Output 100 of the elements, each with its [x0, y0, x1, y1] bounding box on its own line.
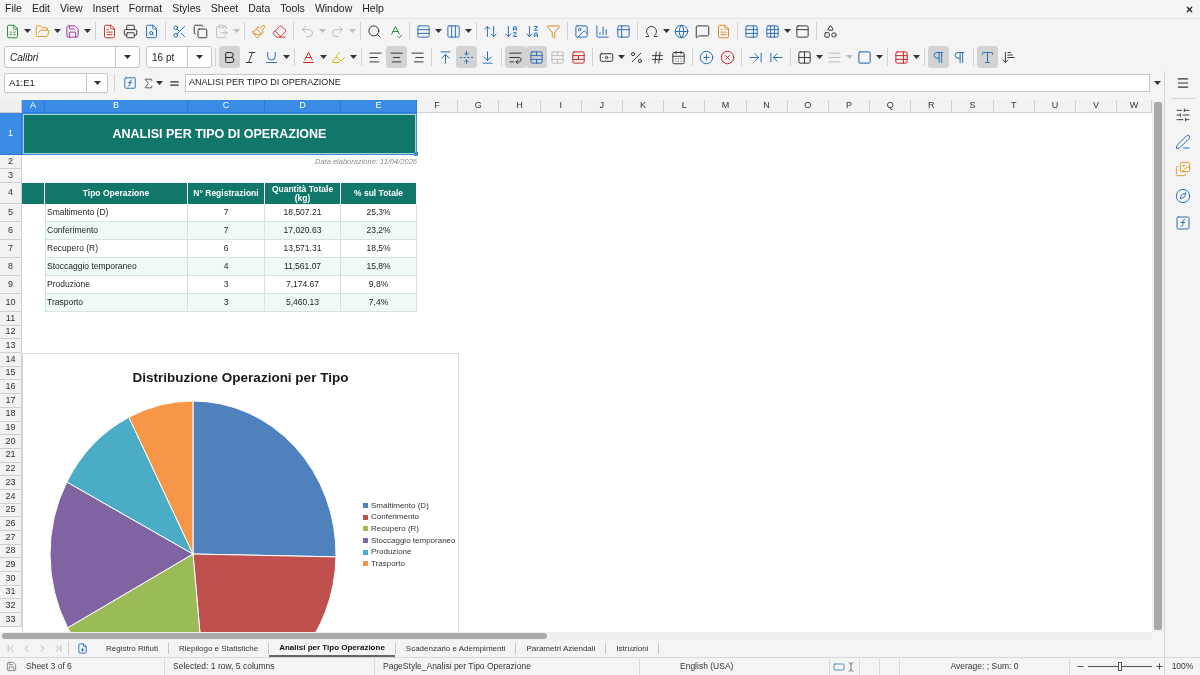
menu-item[interactable]: Help	[362, 1, 384, 17]
menu-item[interactable]: Tools	[280, 1, 305, 17]
menu-item[interactable]: Format	[128, 1, 163, 17]
row-header[interactable]: 3	[0, 169, 22, 183]
rectangle-icon[interactable]	[833, 660, 845, 673]
row-header[interactable]: 9	[0, 276, 22, 294]
sheet-tab[interactable]: Registro Rifiuti	[96, 640, 168, 657]
row-header[interactable]: 17	[0, 394, 22, 408]
caret-icon[interactable]	[156, 81, 163, 85]
caret-icon[interactable]	[84, 29, 91, 33]
row-header[interactable]: 26	[0, 517, 22, 531]
column-header[interactable]: W	[1117, 100, 1152, 113]
sheet-tab[interactable]: Istruzioni	[606, 640, 659, 657]
row-header[interactable]: 5	[0, 204, 22, 222]
caret-icon[interactable]	[24, 29, 31, 33]
close-document-button[interactable]	[1184, 4, 1194, 14]
caret-icon[interactable]	[465, 29, 472, 33]
wrap-text-button[interactable]	[505, 46, 526, 68]
column-header[interactable]: Q	[870, 100, 912, 113]
caret-icon[interactable]	[54, 29, 61, 33]
row-header[interactable]: 32	[0, 599, 22, 614]
row-header[interactable]: 7	[0, 240, 22, 258]
column-header[interactable]: H	[499, 100, 541, 113]
caret-icon[interactable]	[816, 55, 823, 59]
caret-icon[interactable]	[93, 81, 101, 85]
gallery-button[interactable]	[1174, 161, 1191, 177]
column-header[interactable]: K	[622, 100, 665, 113]
caret-icon[interactable]	[350, 55, 357, 59]
caret-icon[interactable]	[663, 29, 670, 33]
column-header[interactable]: S	[952, 100, 994, 113]
caret-icon[interactable]	[283, 55, 290, 59]
font-name-box[interactable]: Calibri	[4, 46, 140, 68]
row-header[interactable]: 10	[0, 294, 22, 312]
zoom-level[interactable]: 100%	[1171, 660, 1194, 673]
caret-icon[interactable]	[618, 55, 625, 59]
function-wizard-button[interactable]	[121, 74, 139, 92]
column-header[interactable]: I	[540, 100, 582, 113]
slider-thumb[interactable]	[1118, 662, 1122, 671]
column-header[interactable]: U	[1034, 100, 1076, 113]
row-header[interactable]: 30	[0, 572, 22, 586]
caret-icon[interactable]	[320, 55, 327, 59]
menu-item[interactable]: Window	[314, 1, 353, 17]
pie-chart[interactable]: Distribuzione Operazioni per Tipo Smaltimento (D) Conferimento Recupero (R) Stoccaggio temporaneo Produzione Trasporto	[22, 353, 459, 632]
menu-item[interactable]: Sheet	[210, 1, 239, 17]
column-header[interactable]: P	[828, 100, 871, 113]
name-box[interactable]: A1:E1	[4, 73, 108, 93]
merge-center-button[interactable]	[526, 46, 547, 68]
caret-icon[interactable]	[876, 55, 883, 59]
column-header[interactable]: G	[458, 100, 500, 113]
sheet-tab[interactable]: Riepilogo e Statistiche	[169, 640, 269, 657]
sidebar-menu-button[interactable]	[1175, 76, 1190, 90]
sheet-tab[interactable]: Parametri Aziendali	[516, 640, 606, 657]
functions-button[interactable]	[1174, 215, 1191, 231]
menu-item[interactable]: Insert	[92, 1, 119, 17]
column-header[interactable]: V	[1076, 100, 1118, 113]
column-header[interactable]: J	[581, 100, 623, 113]
font-size-box[interactable]: 16 pt	[146, 46, 212, 68]
column-header[interactable]: N	[746, 100, 788, 113]
fill-handle[interactable]	[414, 152, 418, 156]
scrollbar-thumb[interactable]	[2, 633, 547, 639]
caret-icon[interactable]	[124, 55, 131, 59]
caret-icon[interactable]	[435, 29, 442, 33]
left-to-right-button[interactable]	[928, 46, 949, 68]
row-header[interactable]: 6	[0, 222, 22, 240]
zoom-slider[interactable]	[1088, 662, 1152, 671]
caret-icon[interactable]	[1153, 81, 1161, 85]
caret-icon[interactable]	[196, 55, 203, 59]
row-header[interactable]: 11	[0, 312, 22, 326]
text-cursor-icon[interactable]	[846, 661, 856, 672]
menu-item[interactable]: Edit	[31, 1, 50, 17]
zoom-in-button[interactable]	[1155, 662, 1164, 671]
row-header[interactable]: 8	[0, 258, 22, 276]
column-header[interactable]: F	[417, 100, 459, 113]
row-header[interactable]: 23	[0, 476, 22, 490]
language[interactable]: English (USA)	[680, 660, 734, 673]
align-center-button[interactable]	[386, 46, 407, 68]
horizontal-scrollbar[interactable]	[0, 632, 1152, 640]
column-header[interactable]: T	[993, 100, 1035, 113]
formula-input[interactable]: ANALISI PER TIPO DI OPERAZIONE	[185, 74, 1150, 92]
add-sheet-button[interactable]	[77, 643, 88, 654]
column-header[interactable]: R	[911, 100, 953, 113]
row-header[interactable]: 2	[0, 155, 22, 169]
row-header[interactable]: 13	[0, 339, 22, 354]
menu-item[interactable]: File	[5, 1, 22, 17]
sheet-tab[interactable]: Analisi per Tipo Operazione	[269, 640, 395, 657]
menu-item[interactable]: Styles	[172, 1, 201, 17]
sheet-tab[interactable]: Scadenzario e Adempimenti	[395, 640, 516, 657]
page-style[interactable]: PageStyle_Analisi per Tipo Operazione	[383, 660, 531, 673]
row-header[interactable]: 27	[0, 531, 22, 545]
navigator-button[interactable]	[1174, 188, 1191, 204]
row-header[interactable]: 20	[0, 435, 22, 449]
caret-icon[interactable]	[784, 29, 791, 33]
row-header[interactable]: 4	[0, 183, 22, 204]
row-header[interactable]: 33	[0, 613, 22, 627]
styles-button[interactable]	[1174, 134, 1191, 150]
column-header[interactable]: L	[664, 100, 706, 113]
properties-button[interactable]	[1174, 107, 1191, 123]
column-header[interactable]: O	[787, 100, 829, 113]
row-header[interactable]: 29	[0, 558, 22, 573]
horizontal-text-button[interactable]	[977, 46, 998, 68]
